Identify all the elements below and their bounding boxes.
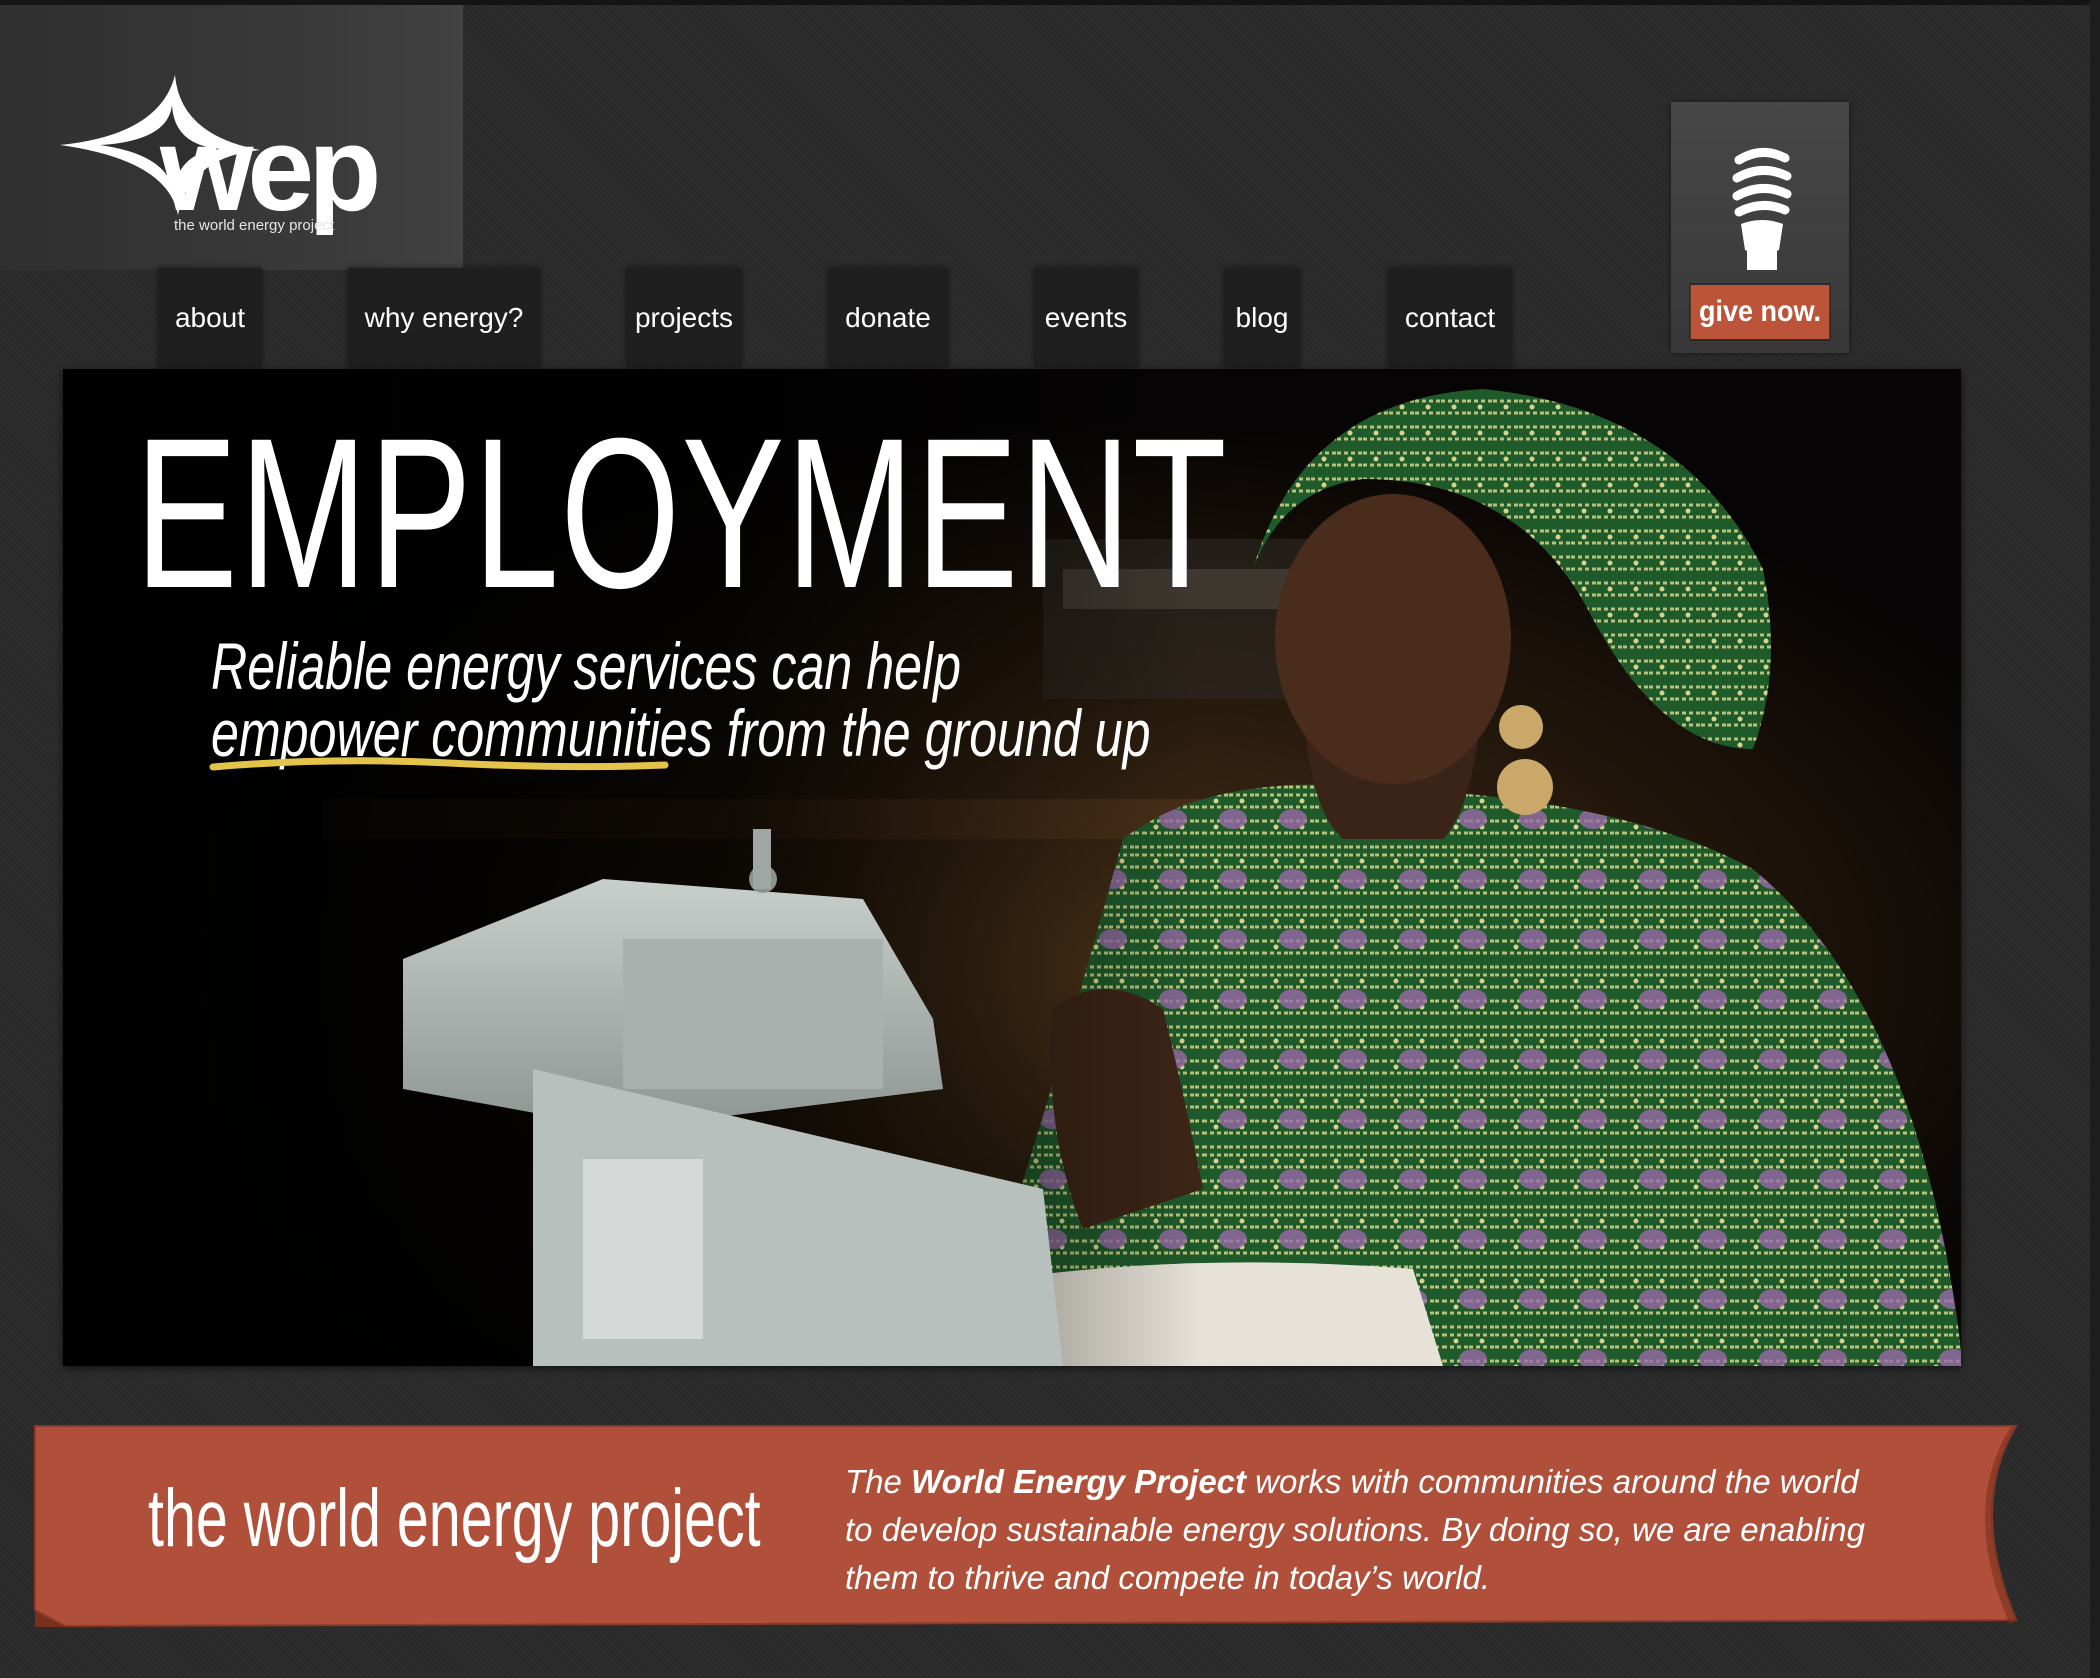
ribbon-shape <box>34 1425 2018 1628</box>
ribbon-text-bold: World Energy Project <box>911 1463 1247 1500</box>
ribbon-description: The World Energy Project works with comm… <box>845 1458 1885 1602</box>
ribbon-text-start: The <box>845 1463 912 1500</box>
ribbon-title: the world energy project <box>148 1473 761 1564</box>
